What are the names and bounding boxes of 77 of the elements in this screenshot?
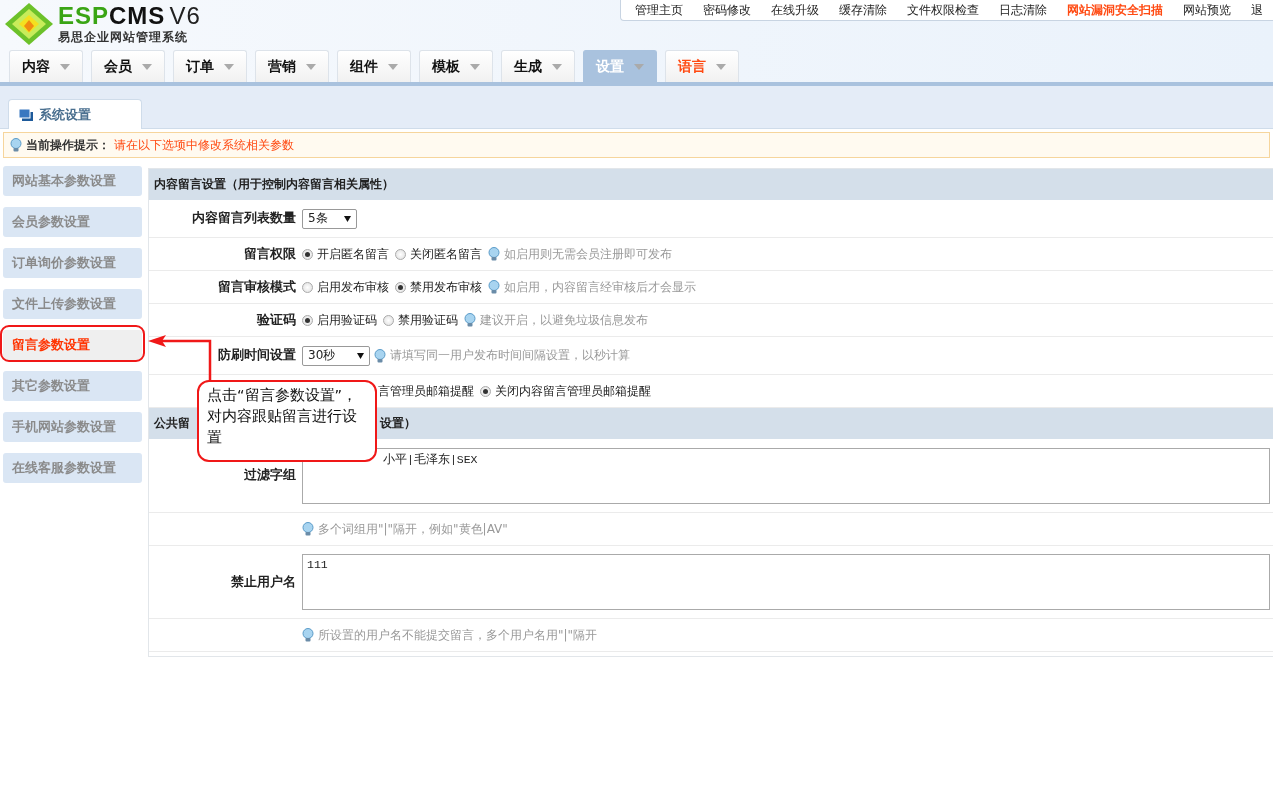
hint-text: 多个词组用"|"隔开，例如"黄色|AV" bbox=[318, 520, 508, 538]
nav-tab[interactable]: 生成 bbox=[501, 50, 575, 82]
field-label: 过滤字组 bbox=[243, 467, 297, 484]
option-label: 启用验证码 bbox=[317, 311, 377, 329]
bulb-icon bbox=[488, 280, 500, 294]
top-link[interactable]: 日志清除 bbox=[989, 0, 1057, 20]
top-link[interactable]: 退 bbox=[1241, 0, 1273, 20]
tip-text: 请在以下选项中修改系统相关参数 bbox=[114, 136, 294, 154]
nav-tab[interactable]: 组件 bbox=[337, 50, 411, 82]
option-label: 言管理员邮箱提醒 bbox=[378, 382, 474, 400]
option-label: 禁用发布审核 bbox=[410, 278, 482, 296]
bulb-icon bbox=[302, 628, 314, 642]
nav-tab[interactable]: 内容 bbox=[9, 50, 83, 82]
logo-icon bbox=[4, 2, 54, 46]
top-link[interactable]: 缓存清除 bbox=[829, 0, 897, 20]
radio-button[interactable] bbox=[395, 281, 406, 293]
field-label: 留言审核模式 bbox=[217, 278, 297, 296]
radio-button[interactable] bbox=[302, 248, 313, 260]
top-link[interactable]: 密码修改 bbox=[693, 0, 761, 20]
field-label: 禁止用户名 bbox=[230, 573, 297, 591]
bulb-icon bbox=[10, 138, 22, 152]
option-label: 禁用验证码 bbox=[398, 311, 458, 329]
logo-wordmark: ESPCMS V6 bbox=[58, 2, 201, 29]
dropdown-arrow-icon bbox=[357, 352, 364, 359]
caret-icon bbox=[716, 63, 726, 70]
text-area[interactable]: 小平|毛泽东|SEX bbox=[302, 447, 1270, 504]
select-field[interactable]: 5条 bbox=[302, 208, 357, 229]
field-label: 验证码 bbox=[255, 311, 297, 329]
section-title: 内容留言设置（用于控制内容留言相关属性） bbox=[154, 176, 394, 193]
hint-text: 如启用，内容留言经审核后才会显示 bbox=[504, 278, 696, 296]
radio-button[interactable] bbox=[480, 385, 491, 397]
field-label: 留言权限 bbox=[243, 245, 297, 263]
bulb-icon bbox=[464, 313, 476, 327]
caret-icon bbox=[634, 63, 644, 70]
caret-icon bbox=[142, 63, 152, 70]
top-link[interactable]: 在线升级 bbox=[761, 0, 829, 20]
top-link[interactable]: 管理主页 bbox=[625, 0, 693, 20]
bulb-icon bbox=[374, 348, 386, 363]
callout-arrow bbox=[148, 334, 214, 380]
callout-note: 点击“留言参数设置”，对内容跟贴留言进行设置 bbox=[197, 380, 377, 462]
page-tab[interactable]: 系统设置 bbox=[8, 99, 142, 129]
option-label: 关闭内容留言管理员邮箱提醒 bbox=[495, 382, 651, 400]
nav-tab[interactable]: 营销 bbox=[255, 50, 329, 82]
dropdown-arrow-icon bbox=[344, 215, 351, 222]
hint-text: 如启用则无需会员注册即可发布 bbox=[504, 245, 672, 263]
nav-tab[interactable]: 会员 bbox=[91, 50, 165, 82]
bulb-icon bbox=[488, 247, 500, 261]
caret-icon bbox=[388, 63, 398, 70]
radio-button[interactable] bbox=[383, 314, 394, 326]
option-label: 关闭匿名留言 bbox=[410, 245, 482, 263]
select-field[interactable]: 30秒 bbox=[302, 345, 370, 366]
caret-icon bbox=[224, 63, 234, 70]
field-label: 内容留言列表数量 bbox=[191, 210, 297, 227]
radio-button[interactable] bbox=[395, 248, 406, 260]
caret-icon bbox=[306, 63, 316, 70]
option-label: 启用发布审核 bbox=[317, 278, 389, 296]
hint-text: 所设置的用户名不能提交留言，多个用户名用"|"隔开 bbox=[318, 626, 598, 644]
hint-text: 请填写同一用户发布时间间隔设置，以秒计算 bbox=[390, 347, 630, 364]
tip-label: 当前操作提示： bbox=[26, 136, 110, 154]
nav-tab[interactable]: 模板 bbox=[419, 50, 493, 82]
field-label: 防刷时间设置 bbox=[217, 347, 297, 364]
caret-icon bbox=[470, 63, 480, 70]
caret-icon bbox=[60, 63, 70, 70]
bulb-icon bbox=[302, 522, 314, 536]
option-label: 开启匿名留言 bbox=[317, 245, 389, 263]
radio-button[interactable] bbox=[302, 314, 313, 326]
logo-subtitle: 易思企业网站管理系统 bbox=[58, 28, 189, 46]
hint-text: 建议开启，以避免垃圾信息发布 bbox=[480, 311, 648, 329]
text-area[interactable]: 111 bbox=[302, 554, 1270, 610]
top-link[interactable]: 网站预览 bbox=[1173, 0, 1241, 20]
section-title: 设置） bbox=[380, 415, 416, 432]
section-title: 公共留 bbox=[154, 415, 190, 432]
top-link[interactable]: 文件权限检查 bbox=[897, 0, 989, 20]
radio-button[interactable] bbox=[302, 281, 313, 293]
window-icon bbox=[19, 108, 33, 121]
caret-icon bbox=[552, 63, 562, 70]
nav-tab[interactable]: 订单 bbox=[173, 50, 247, 82]
